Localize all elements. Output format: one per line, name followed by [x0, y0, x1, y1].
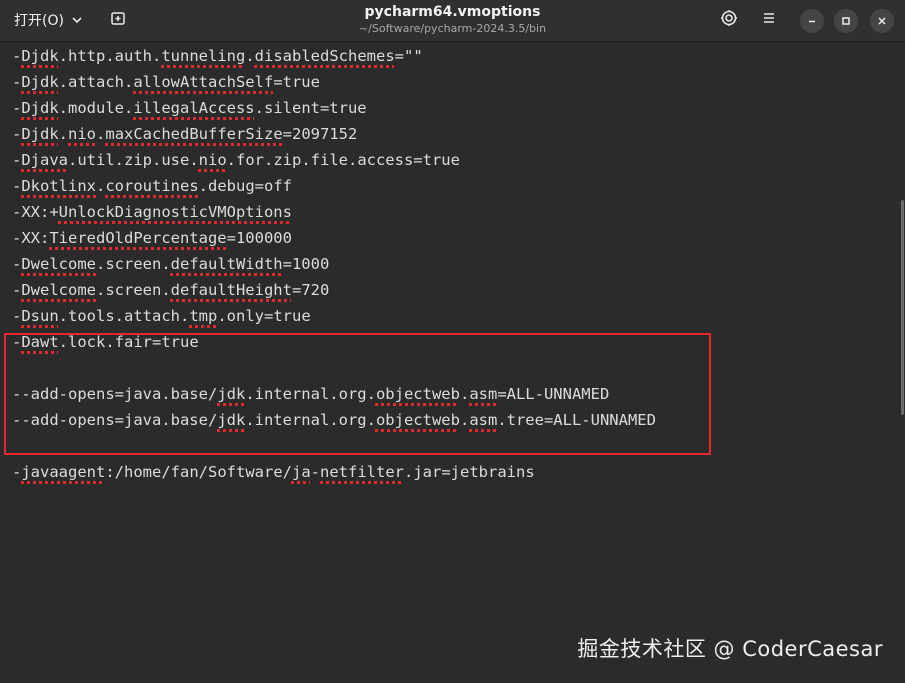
text-segment: -XX:: [12, 229, 50, 247]
misspelled-word: Djdk: [21, 73, 59, 91]
text-segment: .: [58, 125, 69, 143]
close-icon: [876, 12, 888, 31]
highlight-box: [4, 333, 711, 455]
misspelled-word: Dkotlinx: [21, 177, 96, 195]
text-segment: .: [96, 177, 106, 195]
editor-line: -Dwelcome.screen.defaultWidth=1000: [12, 251, 329, 277]
text-segment: -: [12, 255, 22, 273]
misspelled-word: Djava: [21, 151, 69, 169]
text-segment: .util.zip.use.: [68, 151, 199, 169]
text-segment: -: [12, 177, 22, 195]
text-segment: .debug=off: [198, 177, 292, 195]
text-segment: .module.: [58, 99, 134, 117]
text-segment: .: [96, 125, 106, 143]
misspelled-word: netfilter: [320, 463, 404, 481]
text-segment: -XX:+: [12, 203, 59, 221]
misspelled-word: tmp: [189, 307, 218, 325]
editor-line: -Dsun.tools.attach.tmp.only=true: [12, 303, 311, 329]
misspelled-word: Djdk: [21, 47, 59, 65]
misspelled-word: defaultWidth: [170, 255, 283, 273]
text-segment: =2097152: [282, 125, 358, 143]
text-segment: -: [12, 307, 22, 325]
misspelled-word: Djdk: [21, 99, 59, 117]
misspelled-word: coroutines: [105, 177, 199, 195]
text-segment: .screen.: [96, 255, 171, 273]
spellcheck-button[interactable]: [716, 7, 742, 33]
text-segment: .for.zip.file.access=true: [226, 151, 460, 169]
maximize-button[interactable]: [834, 9, 858, 33]
text-segment: =100000: [226, 229, 292, 247]
text-segment: -: [12, 281, 22, 299]
editor-line: -XX:TieredOldPercentage=100000: [12, 225, 292, 251]
header-bar: 打开(O) pycharm64.vmoptions ~/Software/pyc…: [0, 0, 905, 42]
text-segment: -: [310, 463, 320, 481]
misspelled-word: UnlockDiagnosticVMOptions: [58, 203, 292, 221]
misspelled-word: Djdk: [21, 125, 59, 143]
editor-line: -Djdk.module.illegalAccess.silent=true: [12, 95, 367, 121]
minimize-button[interactable]: [800, 9, 824, 33]
text-segment: .: [245, 47, 255, 65]
misspelled-word: nio: [198, 151, 227, 169]
text-segment: =true: [273, 73, 320, 91]
text-segment: .jar=jetbrains: [404, 463, 535, 481]
text-segment: .attach.: [58, 73, 134, 91]
minimize-icon: [806, 12, 818, 31]
text-segment: -: [12, 73, 22, 91]
editor-line: -Djdk.nio.maxCachedBufferSize=2097152: [12, 121, 357, 147]
text-segment: .only=true: [217, 307, 311, 325]
misspelled-word: Dwelcome: [21, 281, 96, 299]
misspelled-word: disabledSchemes: [254, 47, 395, 65]
misspelled-word: tunneling: [161, 47, 246, 65]
misspelled-word: maxCachedBufferSize: [105, 125, 283, 143]
editor-line: -Dwelcome.screen.defaultHeight=720: [12, 277, 329, 303]
hamburger-menu-icon: [761, 10, 777, 30]
text-segment: -: [12, 463, 22, 481]
editor-line: -XX:+UnlockDiagnosticVMOptions: [12, 199, 292, 225]
text-segment: ="": [394, 47, 423, 65]
text-editor-window: 打开(O) pycharm64.vmoptions ~/Software/pyc…: [0, 0, 905, 683]
text-segment: :/home/fan/Software/: [105, 463, 292, 481]
spellcheck-icon: [720, 9, 738, 31]
maximize-icon: [840, 12, 852, 31]
text-segment: =720: [291, 281, 330, 299]
text-segment: =1000: [282, 255, 330, 273]
text-segment: -: [12, 99, 22, 117]
text-segment: -: [12, 125, 22, 143]
main-menu-button[interactable]: [756, 7, 782, 33]
text-segment: .http.auth.: [58, 47, 162, 65]
editor-line: -javaagent:/home/fan/Software/ja-netfilt…: [12, 459, 535, 485]
misspelled-word: allowAttachSelf: [133, 73, 274, 91]
editor-line: -Djdk.attach.allowAttachSelf=true: [12, 69, 320, 95]
misspelled-word: illegalAccess: [133, 99, 255, 117]
misspelled-word: defaultHeight: [170, 281, 292, 299]
misspelled-word: Dsun: [21, 307, 59, 325]
misspelled-word: nio: [68, 125, 97, 143]
editor-line: -Djava.util.zip.use.nio.for.zip.file.acc…: [12, 147, 460, 173]
text-segment: .screen.: [96, 281, 171, 299]
editor-line: -Dkotlinx.coroutines.debug=off: [12, 173, 292, 199]
scrollbar-thumb[interactable]: [901, 200, 904, 415]
misspelled-word: Dwelcome: [21, 255, 96, 273]
editor-line: -Djdk.http.auth.tunneling.disabledScheme…: [12, 43, 423, 69]
misspelled-word: javaagent: [21, 463, 106, 481]
text-segment: -: [12, 151, 22, 169]
text-segment: .silent=true: [254, 99, 367, 117]
misspelled-word: ja: [291, 463, 311, 481]
watermark: 掘金技术社区 @ CoderCaesar: [577, 637, 883, 661]
close-button[interactable]: [870, 9, 894, 33]
text-segment: -: [12, 47, 22, 65]
misspelled-word: TieredOldPercentage: [49, 229, 227, 247]
text-segment: .tools.attach.: [58, 307, 190, 325]
